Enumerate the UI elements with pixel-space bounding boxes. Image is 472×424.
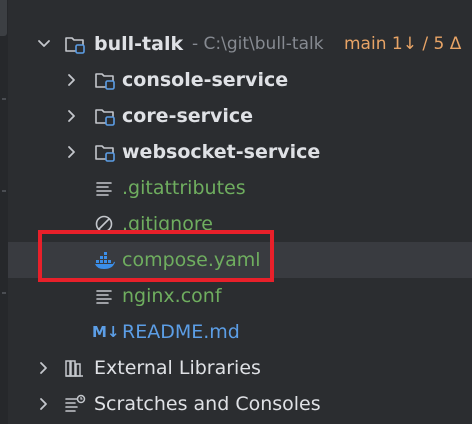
scratches-label: Scratches and Consoles — [94, 393, 321, 415]
chevron-right-icon[interactable] — [64, 72, 80, 88]
library-icon — [65, 360, 83, 377]
chevron-down-icon[interactable] — [36, 36, 52, 52]
tree-row-folder[interactable]: websocket-service — [8, 134, 472, 170]
left-gutter — [0, 0, 8, 424]
file-label: nginx.conf — [122, 285, 222, 307]
module-folder-icon — [95, 145, 115, 162]
tree-row-project-root[interactable]: bull-talk - C:\git\bull-talk main 1↓ / 5… — [8, 26, 472, 62]
folder-label: websocket-service — [122, 141, 321, 163]
highlight-annotation-box — [38, 230, 274, 282]
git-branch-status: main 1↓ / 5 Δ — [344, 34, 462, 54]
project-name: bull-talk — [94, 33, 184, 55]
chevron-right-icon[interactable] — [36, 396, 52, 412]
scratches-icon — [65, 394, 86, 412]
chevron-right-icon[interactable] — [64, 144, 80, 160]
external-libraries-label: External Libraries — [94, 357, 261, 379]
project-path: - C:\git\bull-talk — [192, 34, 324, 54]
tree-row-file[interactable]: M↓ README.md — [8, 314, 472, 350]
gutter-scroll-thumb[interactable] — [0, 0, 7, 36]
tree-row-file[interactable]: .gitattributes — [8, 170, 472, 206]
gutter-marker — [2, 292, 6, 294]
gutter-marker — [2, 98, 6, 100]
folder-label: console-service — [122, 69, 289, 91]
chevron-right-icon[interactable] — [64, 108, 80, 124]
chevron-right-icon[interactable] — [36, 360, 52, 376]
text-file-icon — [96, 290, 112, 304]
tree-row-folder[interactable]: core-service — [8, 98, 472, 134]
tree-row-folder[interactable]: console-service — [8, 62, 472, 98]
module-folder-icon — [65, 37, 85, 54]
project-tree-panel: bull-talk - C:\git\bull-talk main 1↓ / 5… — [0, 0, 472, 424]
markdown-icon: M↓ — [92, 323, 120, 341]
folder-label: core-service — [122, 105, 254, 127]
module-folder-icon — [95, 73, 115, 90]
module-folder-icon — [95, 109, 115, 126]
tree-row-file[interactable]: nginx.conf — [8, 278, 472, 314]
text-file-icon — [96, 182, 112, 196]
file-label: .gitattributes — [122, 177, 246, 199]
gutter-marker — [2, 190, 6, 192]
tree-row-scratches[interactable]: Scratches and Consoles — [8, 386, 472, 422]
file-label: README.md — [122, 321, 240, 343]
tree-row-external-libraries[interactable]: External Libraries — [8, 350, 472, 386]
